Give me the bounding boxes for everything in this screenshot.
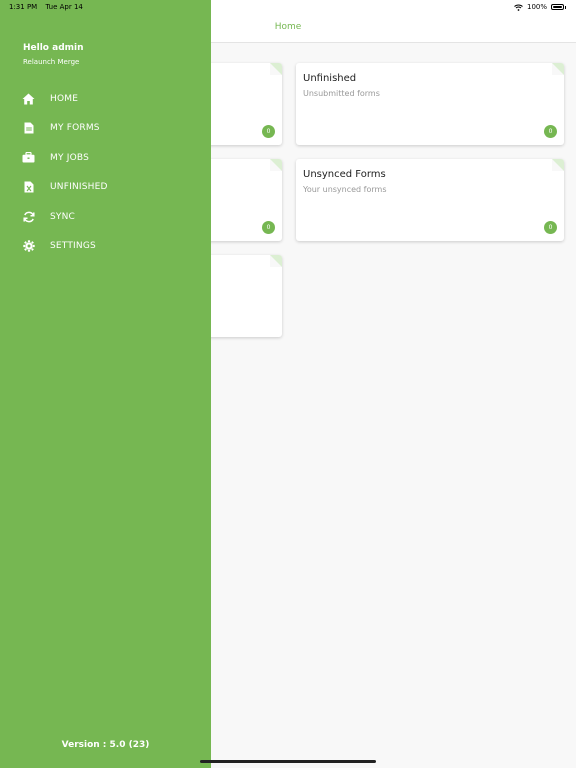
drawer-item-label: MY JOBS <box>50 152 89 163</box>
card-count-badge: 0 <box>544 221 557 234</box>
excel-file-icon <box>22 181 35 194</box>
card-count-badge: 0 <box>262 221 275 234</box>
drawer-item-label: UNFINISHED <box>50 182 108 193</box>
drawer-item-sync[interactable]: SYNC <box>0 202 211 232</box>
gear-icon <box>22 240 35 253</box>
battery-percent: 100% <box>526 3 547 11</box>
unfinished-card[interactable]: Unfinished Unsubmitted forms 0 <box>296 63 564 145</box>
drawer-menu: HOME MY FORMS MY JOBS UNFINISHED SYNC SE… <box>0 84 211 261</box>
home-icon <box>22 92 35 105</box>
drawer-item-my-forms[interactable]: MY FORMS <box>0 114 211 144</box>
drawer-item-unfinished[interactable]: UNFINISHED <box>0 173 211 203</box>
home-indicator[interactable] <box>200 760 376 763</box>
drawer-item-settings[interactable]: SETTINGS <box>0 232 211 262</box>
drawer-item-label: SETTINGS <box>50 241 96 252</box>
card-title: Unfinished <box>303 73 357 84</box>
drawer-subtitle: Relaunch Merge <box>23 58 80 66</box>
card-subtitle: Your unsynced forms <box>303 185 387 194</box>
battery-icon <box>551 4 564 10</box>
document-icon <box>22 122 35 135</box>
drawer-item-home[interactable]: HOME <box>0 84 211 114</box>
drawer-item-my-jobs[interactable]: MY JOBS <box>0 143 211 173</box>
drawer-item-label: MY FORMS <box>50 123 100 134</box>
card-title: Unsynced Forms <box>303 169 386 180</box>
drawer-item-label: HOME <box>50 93 79 104</box>
side-drawer: Hello admin Relaunch Merge HOME MY FORMS… <box>0 0 211 768</box>
wifi-icon <box>514 4 523 11</box>
drawer-greeting: Hello admin <box>23 43 84 53</box>
sync-icon <box>22 210 35 223</box>
app-version: Version : 5.0 (23) <box>61 740 150 750</box>
card-count-badge: 0 <box>262 125 275 138</box>
page-title: Home <box>274 22 302 32</box>
status-date: Tue Apr 14 <box>45 3 83 11</box>
briefcase-icon <box>22 151 35 164</box>
unsynced-forms-card[interactable]: Unsynced Forms Your unsynced forms 0 <box>296 159 564 241</box>
card-count-badge: 0 <box>544 125 557 138</box>
drawer-item-label: SYNC <box>50 211 76 222</box>
status-bar: 1:31 PM Tue Apr 14 100% <box>0 0 576 14</box>
status-time: 1:31 PM <box>9 3 38 11</box>
card-subtitle: Unsubmitted forms <box>303 89 380 98</box>
